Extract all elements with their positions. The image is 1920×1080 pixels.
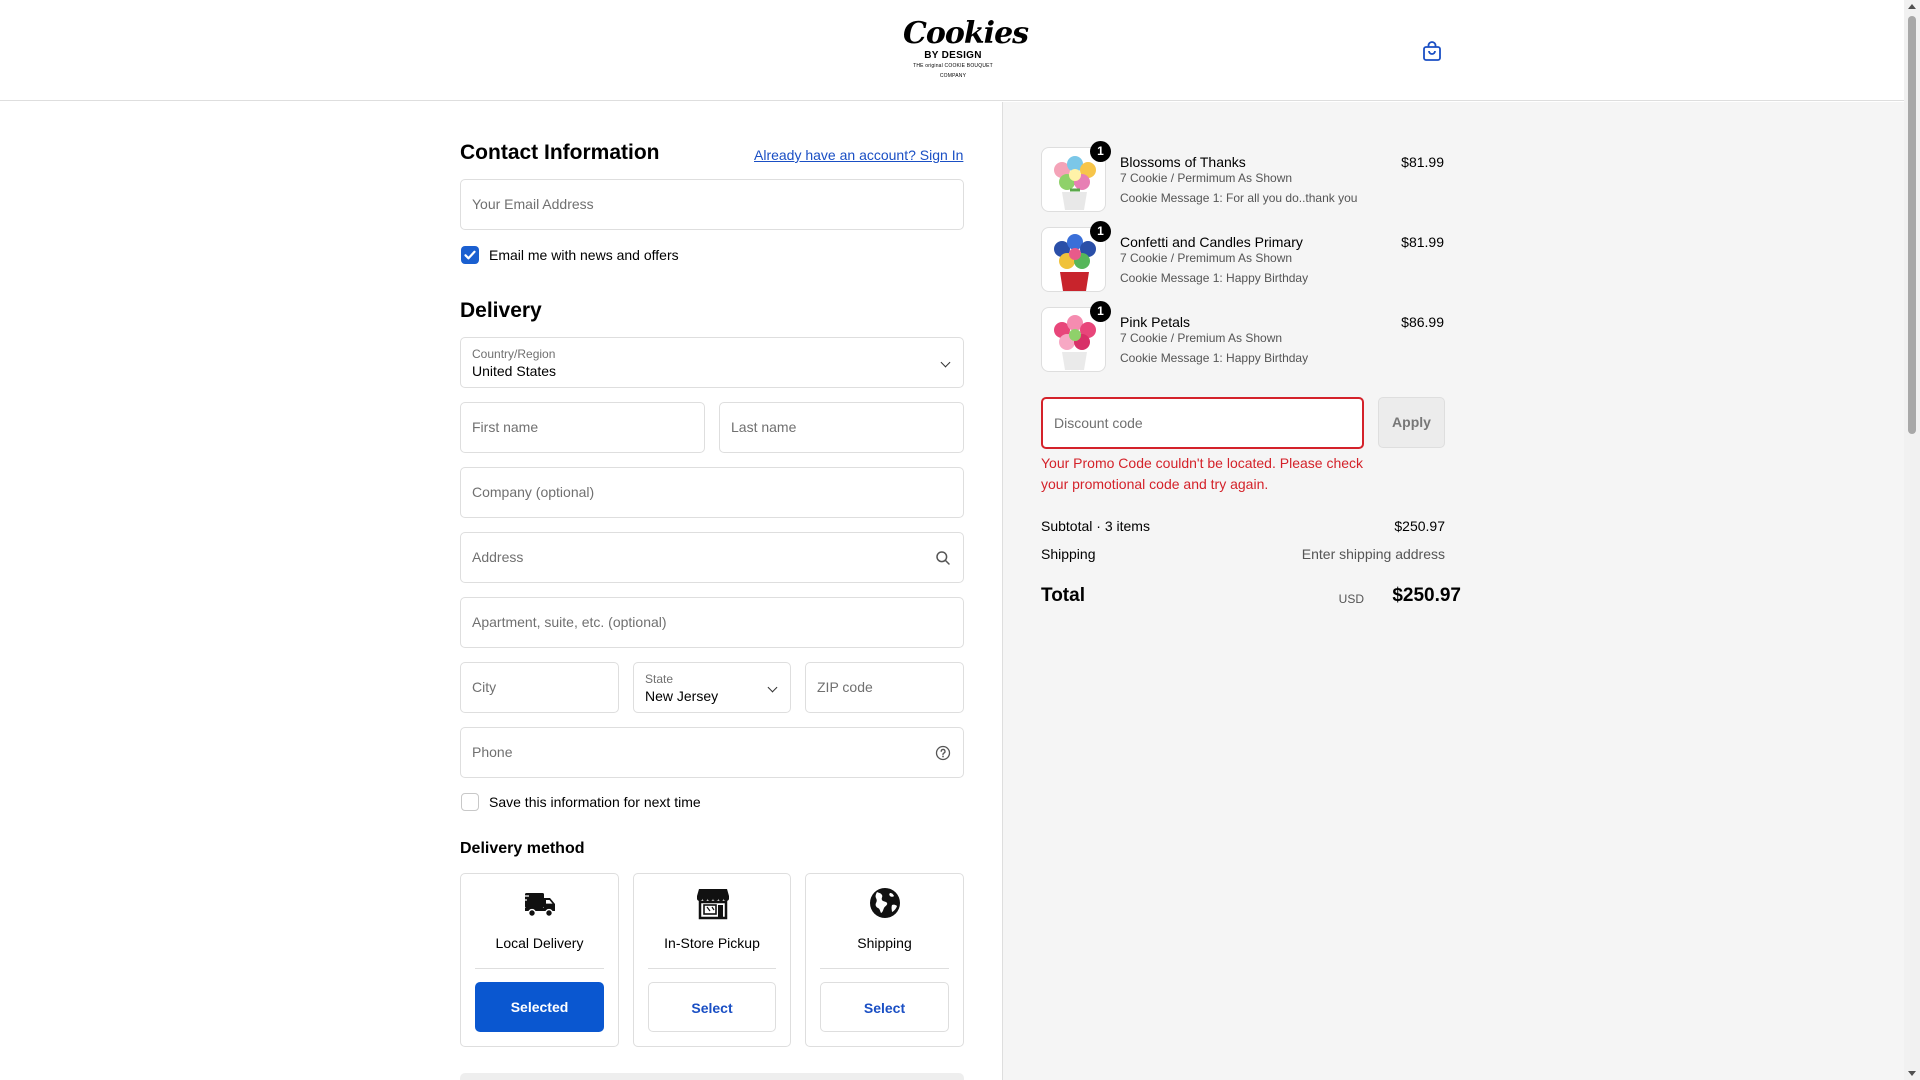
apartment-placeholder: Apartment, suite, etc. (optional) [472,614,667,630]
total-currency: USD [1338,592,1364,606]
page-scrollbar[interactable] [1904,0,1920,1080]
discount-code-input[interactable]: Discount code [1041,397,1364,449]
quantity-badge: 1 [1090,221,1111,242]
quantity-badge: 1 [1090,141,1111,162]
item-variant: 7 Cookie / Premimum As Shown [1120,251,1293,265]
address-field[interactable]: Address [460,532,964,583]
company-field[interactable]: Company (optional) [460,467,964,518]
storefront-icon [697,889,729,920]
local-delivery-label: Local Delivery [495,935,584,951]
search-icon [936,551,950,565]
discount-placeholder: Discount code [1054,415,1143,431]
subtotal-label: Subtotal · 3 items [1041,518,1150,534]
in-store-pickup-label: In-Store Pickup [664,935,760,951]
cart-item: 1 Pink Petals 7 Cookie / Premium As Show… [1041,301,1444,373]
last-name-field[interactable]: Last name [719,402,964,453]
address-placeholder: Address [472,549,524,565]
email-field[interactable]: Your Email Address [460,179,964,230]
item-price: $86.99 [1401,314,1444,330]
shipping-value: Enter shipping address [1301,546,1445,562]
item-message: Cookie Message 1: Happy Birthday [1120,351,1309,365]
item-message: Cookie Message 1: For all you do..thank … [1120,191,1358,205]
shipping-label: Shipping [1041,546,1096,562]
item-variant: 7 Cookie / Permimum As Shown [1120,171,1293,185]
scroll-down-icon[interactable] [1908,1071,1916,1076]
total-value: $250.97 [1392,585,1461,606]
chevron-down-icon [767,682,778,693]
in-store-pickup-option[interactable]: In-Store Pickup Select [633,873,791,1047]
item-name: Blossoms of Thanks [1120,154,1246,170]
quantity-badge: 1 [1090,301,1111,322]
subtotal-value: $250.97 [1394,518,1445,534]
country-label: Country/Region [472,347,556,361]
country-select[interactable]: Country/Region United States [460,337,964,388]
logo-subtitle: BY DESIGN [924,50,982,61]
apply-discount-button[interactable]: Apply [1378,397,1445,448]
item-name: Pink Petals [1120,314,1191,330]
divider [820,968,949,969]
cookies-by-design-logo[interactable]: Cookies BY DESIGN THE original COOKIE BO… [903,16,1029,82]
phone-placeholder: Phone [472,744,513,760]
globe-icon [870,888,900,918]
item-price: $81.99 [1401,234,1444,250]
item-variant: 7 Cookie / Premium As Shown [1120,331,1283,345]
item-name: Confetti and Candles Primary [1120,234,1303,250]
shipping-select-button[interactable]: Select [820,982,949,1032]
country-value: United States [472,363,557,379]
state-value: New Jersey [645,688,719,704]
zip-placeholder: ZIP code [817,679,873,695]
company-placeholder: Company (optional) [472,484,595,500]
item-price: $81.99 [1401,154,1444,170]
first-name-field[interactable]: First name [460,402,705,453]
checkmark-icon [464,250,476,260]
total-label: Total [1041,585,1085,606]
save-info-checkbox[interactable] [461,793,479,811]
local-delivery-option[interactable]: Local Delivery Selected [460,873,619,1047]
state-label: State [645,672,674,686]
divider [648,968,776,969]
apartment-field[interactable]: Apartment, suite, etc. (optional) [460,597,964,648]
delivery-truck-icon [523,893,555,918]
shipping-row: Shipping Enter shipping address [1041,546,1445,562]
city-field[interactable]: City [460,662,619,713]
delivery-method-heading: Delivery method [460,840,585,857]
help-icon[interactable] [935,745,951,761]
delivery-heading: Delivery [460,299,542,322]
divider [475,968,604,969]
sign-in-link[interactable]: Already have an account? Sign In [754,147,963,163]
scroll-up-icon[interactable] [1908,4,1916,9]
last-name-placeholder: Last name [731,419,797,435]
phone-field[interactable]: Phone [460,727,964,778]
shipping-option[interactable]: Shipping Select [805,873,964,1047]
state-select[interactable]: State New Jersey [633,662,791,713]
shopping-bag-icon[interactable] [1420,39,1444,63]
cart-item: 1 Blossoms of Thanks 7 Cookie / Permimum… [1041,141,1444,213]
subtotal-row: Subtotal · 3 items $250.97 [1041,518,1445,534]
newsletter-checkbox[interactable] [461,246,479,264]
site-header: Cookies BY DESIGN THE original COOKIE BO… [0,0,1904,101]
chevron-down-icon [940,357,951,368]
local-delivery-selected-button[interactable]: Selected [475,982,604,1032]
in-store-pickup-select-button[interactable]: Select [648,982,776,1032]
contact-heading: Contact Information [460,141,660,164]
first-name-placeholder: First name [472,419,539,435]
item-message: Cookie Message 1: Happy Birthday [1120,271,1309,285]
save-info-label: Save this information for next time [489,794,701,810]
zip-field[interactable]: ZIP code [805,662,964,713]
cart-item: 1 Confetti and Candles Primary 7 Cookie … [1041,221,1444,293]
next-section-edge [460,1073,964,1080]
promo-error-message: Your Promo Code couldn't be located. Ple… [1041,455,1364,492]
city-placeholder: City [472,679,497,695]
newsletter-label: Email me with news and offers [489,247,679,263]
logo-wordmark: Cookies [903,16,1029,51]
shipping-label: Shipping [857,935,912,951]
scroll-thumb[interactable] [1908,16,1916,434]
email-placeholder: Your Email Address [472,196,594,212]
logo-tagline: THE original COOKIE BOUQUET COMPANY [913,63,993,79]
